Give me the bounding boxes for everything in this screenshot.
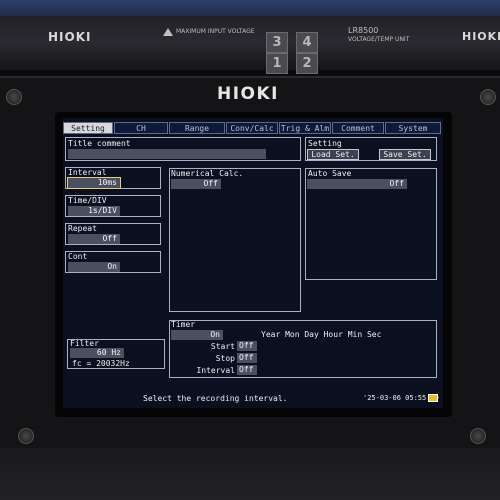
tab-setting[interactable]: Setting <box>63 122 113 134</box>
timer-stop-field[interactable]: Off <box>237 353 257 363</box>
save-settings-button[interactable]: Save Set. <box>379 149 431 160</box>
battery-icon <box>428 394 438 402</box>
numerical-calc-field[interactable]: Off <box>171 179 221 189</box>
interval-label: Interval <box>68 168 107 177</box>
screw-bottom-right-icon <box>470 428 486 444</box>
warning-label: MAXIMUM INPUT VOLTAGE <box>176 28 255 35</box>
tab-system[interactable]: System <box>385 122 441 134</box>
cont-field[interactable]: On <box>68 262 120 272</box>
timer-start-field[interactable]: Off <box>237 341 257 351</box>
cont-label: Cont <box>68 252 88 261</box>
repeat-field[interactable]: Off <box>68 234 120 244</box>
title-comment-label: Title comment <box>68 139 131 148</box>
status-message: Select the recording interval. <box>143 394 288 403</box>
timer-interval-field[interactable]: Off <box>237 365 257 375</box>
time-div-field[interactable]: 1s/DIV <box>68 206 120 216</box>
screw-top-right-icon <box>480 89 496 105</box>
instrument-base <box>0 448 500 500</box>
main-brand-logo: HIOKI <box>217 84 280 104</box>
numerical-calc-panel <box>169 168 301 312</box>
load-settings-button[interactable]: Load Set. <box>307 149 359 160</box>
timer-interval-label: Interval <box>196 366 235 375</box>
timer-start-label: Start <box>210 342 235 351</box>
module-description: VOLTAGE/TEMP UNIT <box>348 36 410 43</box>
timer-columns-header: Year Mon Day Hour Min Sec <box>261 330 382 339</box>
channel-key-1[interactable]: 1 <box>266 53 288 74</box>
screw-bottom-left-icon <box>18 428 34 444</box>
lcd-screen: Setting CH Range Conv/Calc Trig & Alm Co… <box>63 118 443 408</box>
numerical-calc-label: Numerical Calc. <box>171 169 244 178</box>
tab-range[interactable]: Range <box>169 122 225 134</box>
timer-stop-label: Stop <box>215 354 235 363</box>
repeat-label: Repeat <box>68 224 97 233</box>
warning-triangle-icon <box>163 28 173 36</box>
filter-cutoff-text: fc = 20032Hz <box>72 359 130 368</box>
channel-key-4[interactable]: 4 <box>296 32 318 53</box>
filter-field[interactable]: 60 Hz <box>70 348 124 358</box>
top-right-brand-logo: HIOKI <box>462 30 500 43</box>
interval-field[interactable]: 10ms <box>67 177 121 189</box>
timer-field[interactable]: On <box>171 330 223 340</box>
top-display-strip <box>0 0 500 16</box>
module-model: LR8500 <box>348 26 379 35</box>
tab-conv-calc[interactable]: Conv/Calc <box>226 122 278 134</box>
filter-label: Filter <box>70 339 99 348</box>
time-div-label: Time/DIV <box>68 196 107 205</box>
channel-key-2[interactable]: 2 <box>296 53 318 74</box>
tab-comment[interactable]: Comment <box>332 122 384 134</box>
timer-label: Timer <box>171 320 196 329</box>
top-brand-logo: HIOKI <box>48 30 92 44</box>
setting-label: Setting <box>308 139 342 148</box>
screw-top-left-icon <box>6 89 22 105</box>
auto-save-field[interactable]: Off <box>307 179 407 189</box>
tab-trig-alm[interactable]: Trig & Alm <box>279 122 331 134</box>
title-comment-input[interactable] <box>68 149 266 159</box>
tab-ch[interactable]: CH <box>114 122 168 134</box>
auto-save-label: Auto Save <box>308 169 352 178</box>
channel-key-3[interactable]: 3 <box>266 32 288 53</box>
